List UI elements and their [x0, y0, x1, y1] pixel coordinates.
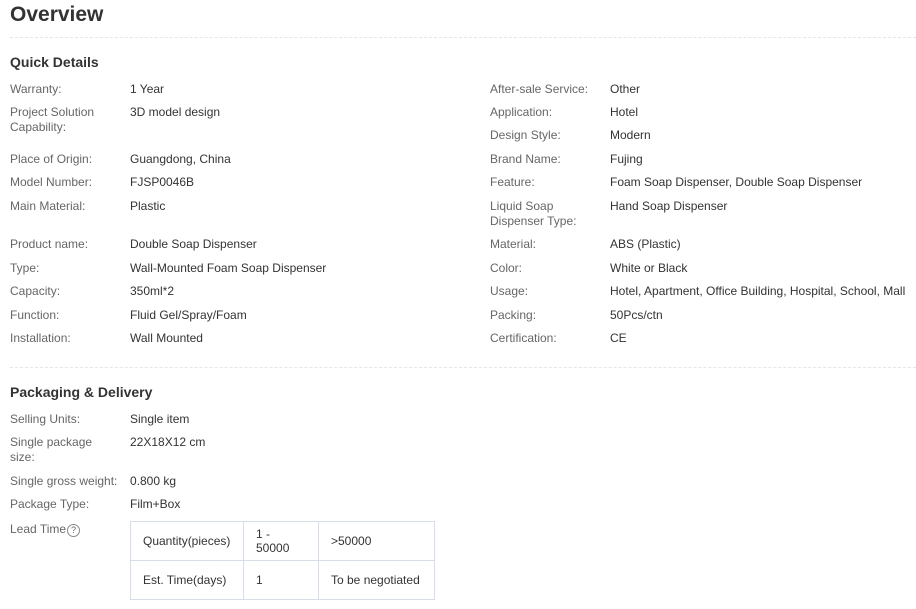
- packaging-label: Selling Units:: [10, 412, 81, 426]
- divider: [10, 367, 916, 368]
- detail-label: Design Style:: [490, 128, 561, 142]
- detail-value: Fluid Gel/Spray/Foam: [130, 308, 247, 322]
- packaging-delivery-heading: Packaging & Delivery: [10, 384, 153, 400]
- detail-value: Wall Mounted: [130, 331, 203, 345]
- detail-value: Other: [610, 82, 641, 96]
- detail-label: Application:: [490, 105, 553, 119]
- detail-value: ABS (Plastic): [610, 237, 681, 251]
- detail-label: Brand Name:: [490, 152, 561, 166]
- detail-label: Usage:: [490, 284, 529, 298]
- table-cell: To be negotiated: [318, 560, 435, 600]
- detail-label: Material:: [490, 237, 537, 251]
- detail-label: Certification:: [490, 331, 557, 345]
- page-title: Overview: [10, 3, 104, 26]
- detail-label: Installation:: [10, 331, 71, 345]
- detail-label: Model Number:: [10, 175, 93, 189]
- question-circle-icon[interactable]: ?: [67, 524, 81, 537]
- detail-value: 350ml*2: [130, 284, 175, 298]
- detail-value: FJSP0046B: [130, 175, 195, 189]
- detail-value: Double Soap Dispenser: [130, 237, 257, 251]
- detail-value: Plastic: [130, 199, 166, 213]
- detail-label: Project Solution Capability:: [10, 105, 95, 134]
- detail-value: Foam Soap Dispenser, Double Soap Dispens…: [610, 175, 863, 189]
- detail-label: Function:: [10, 308, 60, 322]
- detail-value: 3D model design: [130, 105, 221, 119]
- table-cell: 1: [243, 560, 319, 600]
- detail-label: Capacity:: [10, 284, 61, 298]
- lead-time-table: Quantity(pieces) 1 - 50000 >50000 Est. T…: [130, 521, 435, 600]
- table-cell: >50000: [318, 521, 435, 561]
- detail-value: White or Black: [610, 261, 688, 275]
- divider: [10, 37, 916, 38]
- packaging-label: Package Type:: [10, 497, 90, 511]
- lead-time-label-text: Lead Time: [10, 522, 67, 536]
- detail-value: 1 Year: [130, 82, 165, 96]
- detail-value: Hand Soap Dispenser: [610, 199, 728, 213]
- detail-value: Hotel: [610, 105, 639, 119]
- table-cell: Est. Time(days): [130, 560, 244, 600]
- detail-label: Warranty:: [10, 82, 62, 96]
- detail-label: After-sale Service:: [490, 82, 589, 96]
- table-row: Est. Time(days) 1 To be negotiated: [130, 560, 435, 600]
- table-cell: 1 - 50000: [243, 521, 319, 561]
- detail-label: Place of Origin:: [10, 152, 93, 166]
- detail-value: Guangdong, China: [130, 152, 231, 166]
- packaging-label: Single gross weight:: [10, 474, 118, 488]
- packaging-value: Single item: [130, 412, 190, 426]
- detail-label: Main Material:: [10, 199, 86, 213]
- detail-value: Modern: [610, 128, 651, 142]
- detail-value: 50Pcs/ctn: [610, 308, 663, 322]
- detail-label: Color:: [490, 261, 523, 275]
- detail-label: Type:: [10, 261, 40, 275]
- detail-label: Product name:: [10, 237, 89, 251]
- detail-value: CE: [610, 331, 627, 345]
- table-row: Quantity(pieces) 1 - 50000 >50000: [130, 521, 435, 561]
- lead-time-label: Lead Time?: [10, 522, 120, 537]
- packaging-value: 0.800 kg: [130, 474, 177, 488]
- packaging-label: Single package size:: [10, 435, 93, 464]
- detail-label: Packing:: [490, 308, 537, 322]
- detail-value: Fujing: [610, 152, 643, 166]
- packaging-value: 22X18X12 cm: [130, 435, 206, 449]
- packaging-value: Film+Box: [130, 497, 181, 511]
- detail-value: Wall-Mounted Foam Soap Dispenser: [130, 261, 327, 275]
- quick-details-heading: Quick Details: [10, 54, 99, 70]
- detail-label: Liquid Soap Dispenser Type:: [490, 199, 577, 228]
- detail-value: Hotel, Apartment, Office Building, Hospi…: [610, 284, 906, 298]
- detail-label: Feature:: [490, 175, 535, 189]
- table-cell: Quantity(pieces): [130, 521, 244, 561]
